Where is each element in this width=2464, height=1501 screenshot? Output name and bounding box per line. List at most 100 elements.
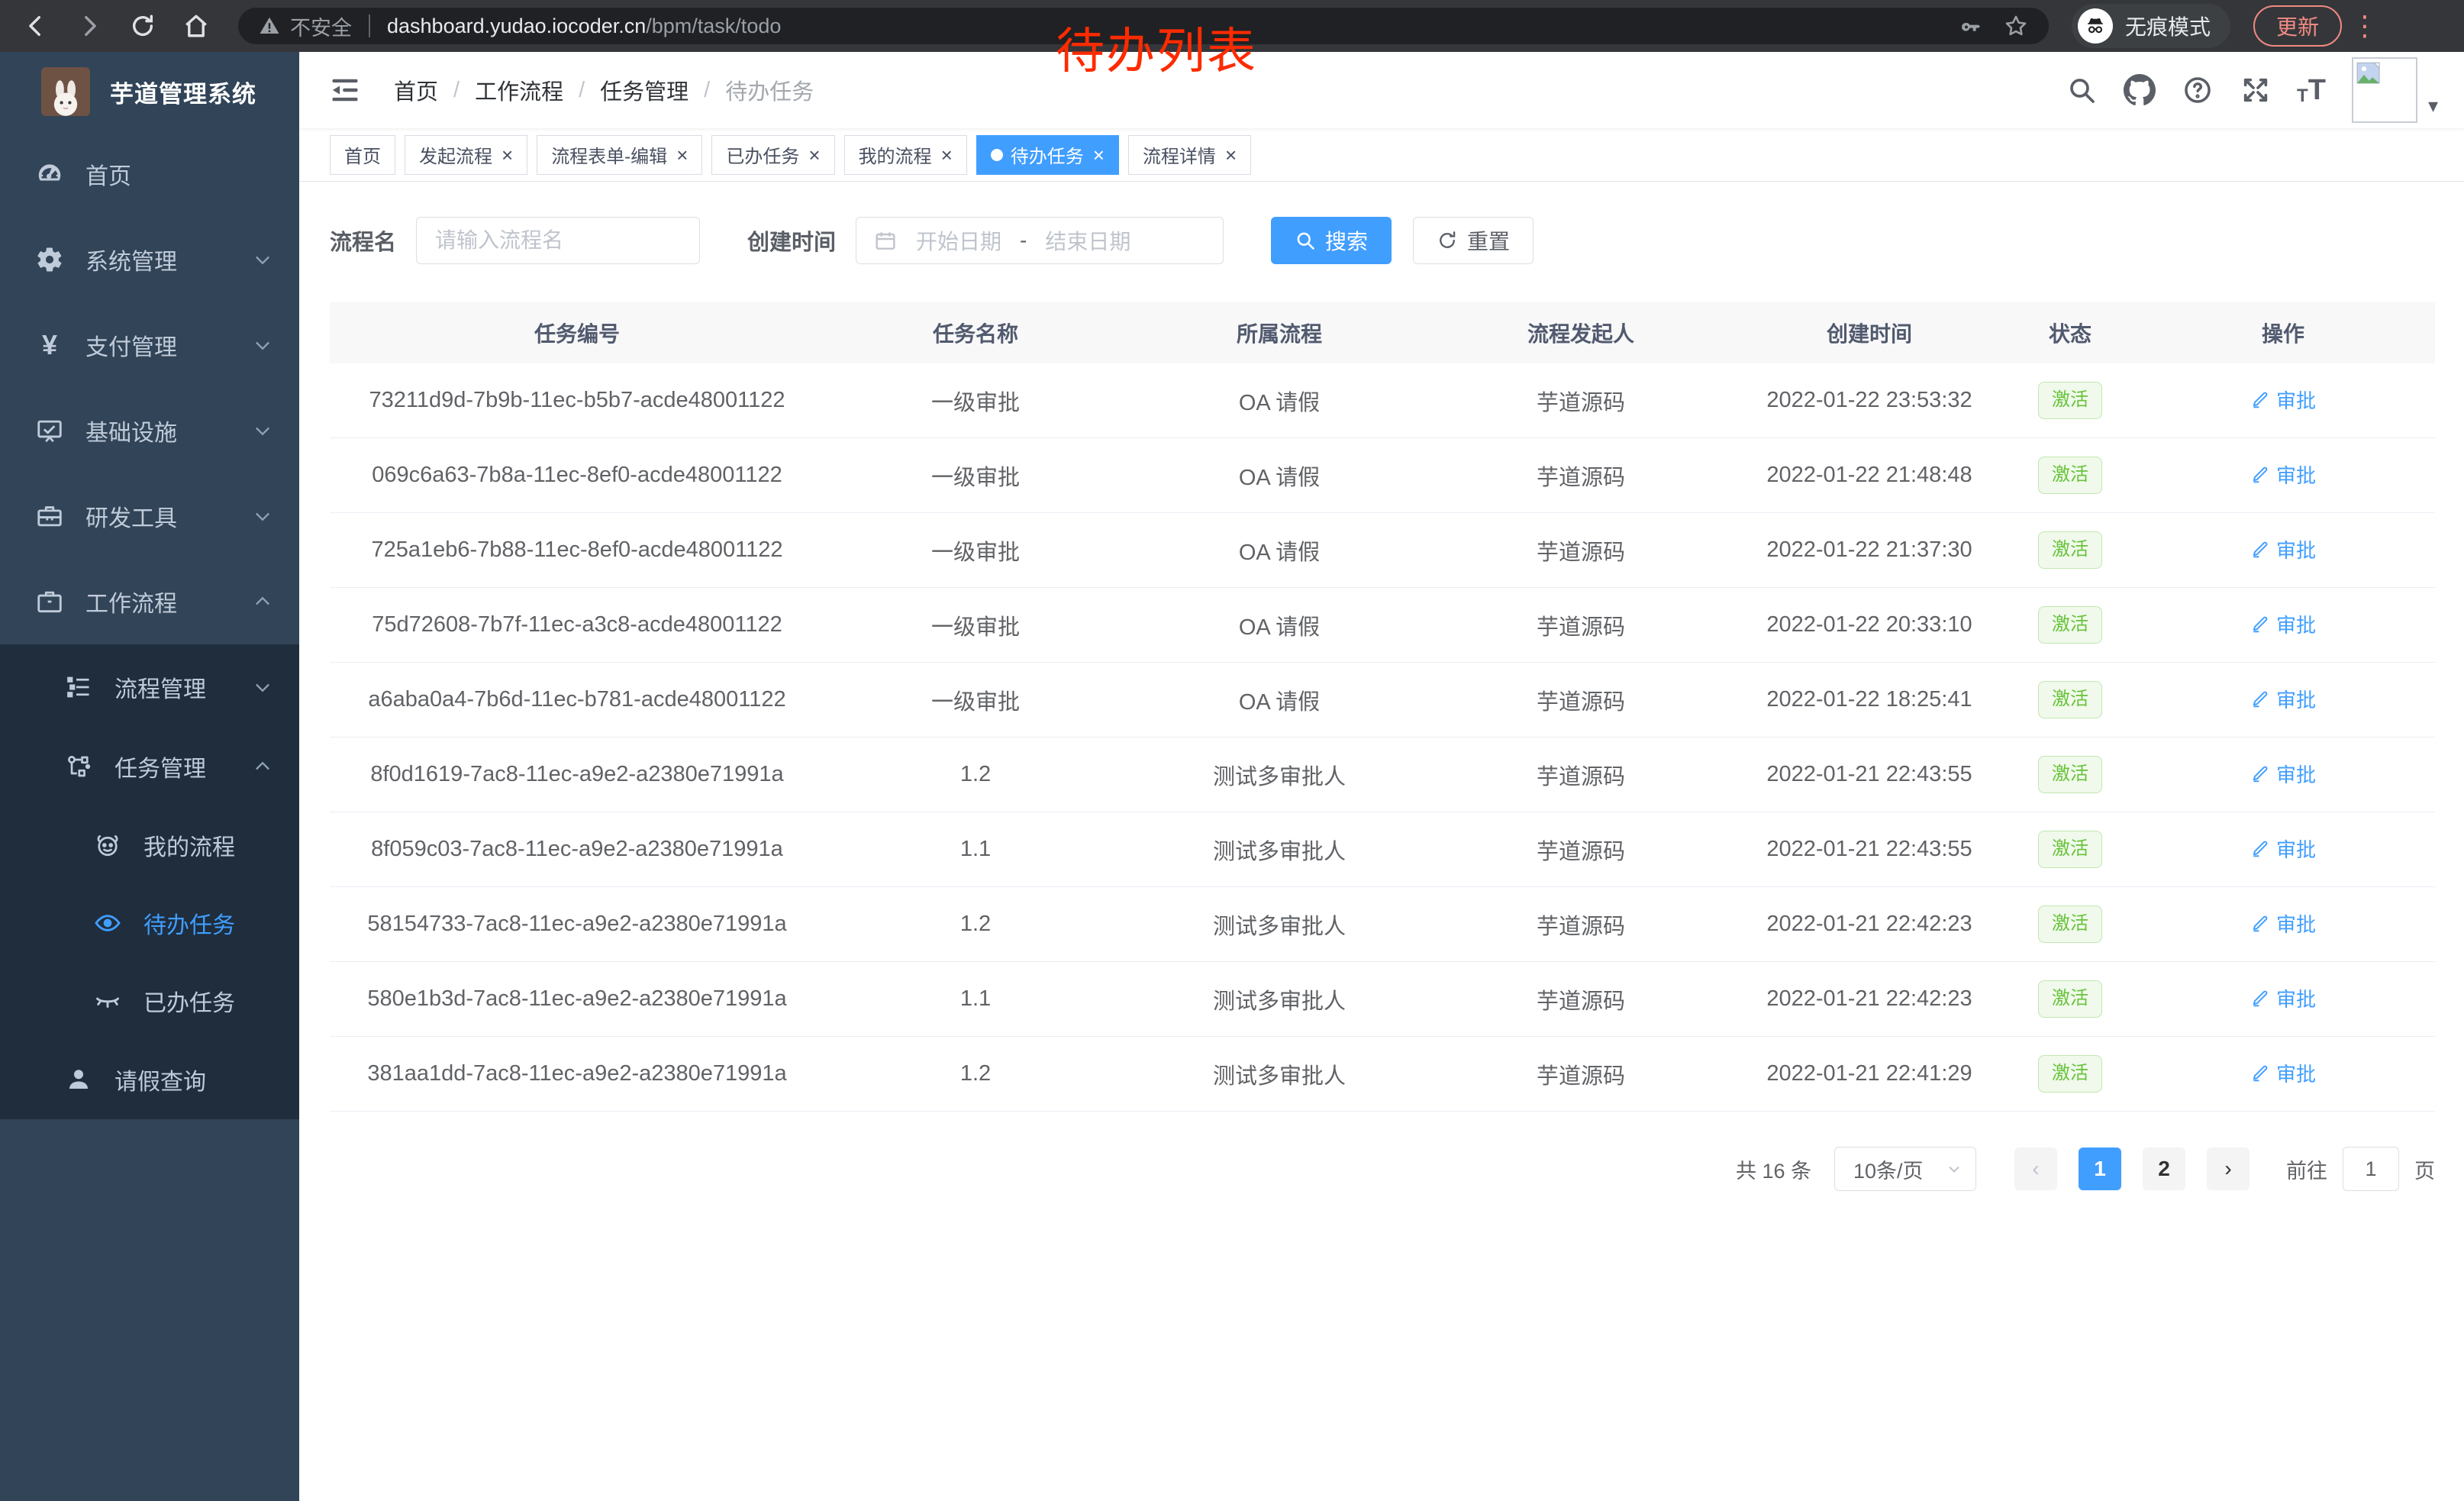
approve-link[interactable]: 审批 <box>2250 760 2316 788</box>
avatar-caret-icon[interactable]: ▾ <box>2428 94 2438 118</box>
approve-link[interactable]: 审批 <box>2250 386 2316 414</box>
password-key-icon[interactable] <box>1959 14 1983 38</box>
close-icon[interactable]: × <box>1225 145 1237 165</box>
tab-home[interactable]: 首页 <box>330 135 395 175</box>
table-row: 8f059c03-7ac8-11ec-a9e2-a2380e71991a 1.1… <box>330 812 2435 887</box>
approve-link[interactable]: 审批 <box>2250 460 2316 489</box>
process-name-input[interactable] <box>416 217 700 264</box>
tab-process-detail[interactable]: 流程详情× <box>1128 135 1251 175</box>
close-icon[interactable]: × <box>808 145 820 165</box>
sidebar-item-payment[interactable]: ¥ 支付管理 <box>0 302 299 388</box>
close-icon[interactable]: × <box>676 145 688 165</box>
back-icon[interactable] <box>18 8 53 44</box>
create-time-cell: 2022-01-22 18:25:41 <box>1730 687 2009 712</box>
incognito-badge: 无痕模式 <box>2072 4 2230 48</box>
sidebar-item-devtools[interactable]: 研发工具 <box>0 473 299 559</box>
page-button-2[interactable]: 2 <box>2143 1148 2185 1190</box>
home-icon[interactable] <box>179 8 214 44</box>
process-cell: 测试多审批人 <box>1127 759 1432 791</box>
sidebar-collapse-icon[interactable] <box>328 73 362 107</box>
starter-cell: 芋道源码 <box>1432 1058 1730 1090</box>
forward-icon[interactable] <box>72 8 107 44</box>
monitor-icon <box>34 415 66 447</box>
tab-todo-tasks[interactable]: 待办任务× <box>976 135 1119 175</box>
sidebar-item-my-process[interactable]: 我的流程 <box>0 806 299 884</box>
approve-link[interactable]: 审批 <box>2250 834 2316 863</box>
col-process: 所属流程 <box>1127 318 1432 348</box>
task-table: 任务编号 任务名称 所属流程 流程发起人 创建时间 状态 操作 73211d9d… <box>330 302 2435 1112</box>
reload-icon[interactable] <box>125 8 160 44</box>
bookmark-star-icon[interactable] <box>2003 13 2029 39</box>
font-size-icon[interactable]: TT <box>2297 74 2326 107</box>
url-path: /bpm/task/todo <box>646 15 781 38</box>
goto-label: 前往 <box>2286 1154 2327 1184</box>
approve-link[interactable]: 审批 <box>2250 1059 2316 1087</box>
date-range-picker[interactable]: 开始日期 - 结束日期 <box>856 217 1224 264</box>
sidebar-item-system[interactable]: 系统管理 <box>0 217 299 302</box>
approve-link[interactable]: 审批 <box>2250 685 2316 713</box>
status-badge: 激活 <box>2038 606 2102 644</box>
reset-button[interactable]: 重置 <box>1413 217 1534 264</box>
url-divider <box>369 15 370 37</box>
page-size-select[interactable]: 10条/页 <box>1834 1147 1976 1191</box>
calendar-icon <box>873 228 898 253</box>
update-button[interactable]: 更新 <box>2253 5 2342 47</box>
close-icon[interactable]: × <box>1093 145 1105 165</box>
search-icon[interactable] <box>2065 73 2098 107</box>
process-cell: OA 请假 <box>1127 684 1432 716</box>
gear-icon <box>34 244 66 276</box>
sidebar-item-task-mgmt[interactable]: 任务管理 <box>0 727 299 806</box>
close-icon[interactable]: × <box>502 145 513 165</box>
next-page-button[interactable]: › <box>2207 1148 2250 1190</box>
create-time-cell: 2022-01-21 22:42:23 <box>1730 986 2009 1012</box>
tab-start-process[interactable]: 发起流程× <box>405 135 527 175</box>
avatar[interactable] <box>2352 57 2417 123</box>
tab-form-edit[interactable]: 流程表单-编辑× <box>537 135 702 175</box>
approve-link[interactable]: 审批 <box>2250 535 2316 563</box>
process-cell: OA 请假 <box>1127 460 1432 492</box>
approve-link[interactable]: 审批 <box>2250 909 2316 938</box>
sidebar-item-process-mgmt[interactable]: 流程管理 <box>0 647 299 727</box>
goto-page-input[interactable] <box>2343 1147 2399 1191</box>
create-time-cell: 2022-01-22 23:53:32 <box>1730 388 2009 413</box>
breadcrumb-task-mgmt[interactable]: 任务管理 <box>600 74 689 106</box>
sidebar-item-workflow[interactable]: 工作流程 <box>0 559 299 644</box>
navbar: 首页 / 工作流程 / 任务管理 / 待办任务 TT <box>299 52 2464 128</box>
table-header: 任务编号 任务名称 所属流程 流程发起人 创建时间 状态 操作 <box>330 302 2435 363</box>
starter-cell: 芋道源码 <box>1432 684 1730 716</box>
close-icon[interactable]: × <box>941 145 953 165</box>
status-badge: 激活 <box>2038 756 2102 793</box>
incognito-label: 无痕模式 <box>2125 11 2211 41</box>
sidebar-item-home[interactable]: 首页 <box>0 131 299 217</box>
task-name-cell: 1.2 <box>824 762 1127 787</box>
col-task-id: 任务编号 <box>330 318 824 348</box>
tab-done-tasks[interactable]: 已办任务× <box>711 135 834 175</box>
sidebar-item-leave-query[interactable]: 请假查询 <box>0 1040 299 1119</box>
edit-pen-icon <box>2250 464 2270 484</box>
status-badge: 激活 <box>2038 831 2102 868</box>
yen-icon: ¥ <box>34 329 66 361</box>
approve-link[interactable]: 审批 <box>2250 984 2316 1012</box>
status-badge: 激活 <box>2038 980 2102 1018</box>
edit-pen-icon <box>2250 389 2270 409</box>
sidebar-item-todo-tasks[interactable]: 待办任务 <box>0 884 299 962</box>
approve-link[interactable]: 审批 <box>2250 610 2316 638</box>
github-icon[interactable] <box>2123 73 2156 107</box>
breadcrumb-workflow[interactable]: 工作流程 <box>475 74 563 106</box>
search-button[interactable]: 搜索 <box>1271 217 1392 264</box>
breadcrumb-home[interactable]: 首页 <box>394 74 438 106</box>
process-cell: 测试多审批人 <box>1127 909 1432 941</box>
tab-my-process[interactable]: 我的流程× <box>844 135 967 175</box>
page-button-1[interactable]: 1 <box>2079 1148 2121 1190</box>
browser-menu-icon[interactable]: ⋮ <box>2351 12 2379 40</box>
sidebar-item-done-tasks[interactable]: 已办任务 <box>0 962 299 1040</box>
sidebar-item-infrastructure[interactable]: 基础设施 <box>0 388 299 473</box>
task-name-cell: 一级审批 <box>824 385 1127 417</box>
fullscreen-icon[interactable] <box>2239 73 2272 107</box>
prev-page-button[interactable]: ‹ <box>2014 1148 2057 1190</box>
table-row: 580e1b3d-7ac8-11ec-a9e2-a2380e71991a 1.1… <box>330 962 2435 1037</box>
sidebar: 芋道管理系统 首页 系统管理 ¥ 支付管理 基础设施 <box>0 52 299 1501</box>
task-id-cell: a6aba0a4-7b6d-11ec-b781-acde48001122 <box>330 687 824 712</box>
help-icon[interactable] <box>2181 73 2214 107</box>
dashboard-icon <box>34 158 66 190</box>
